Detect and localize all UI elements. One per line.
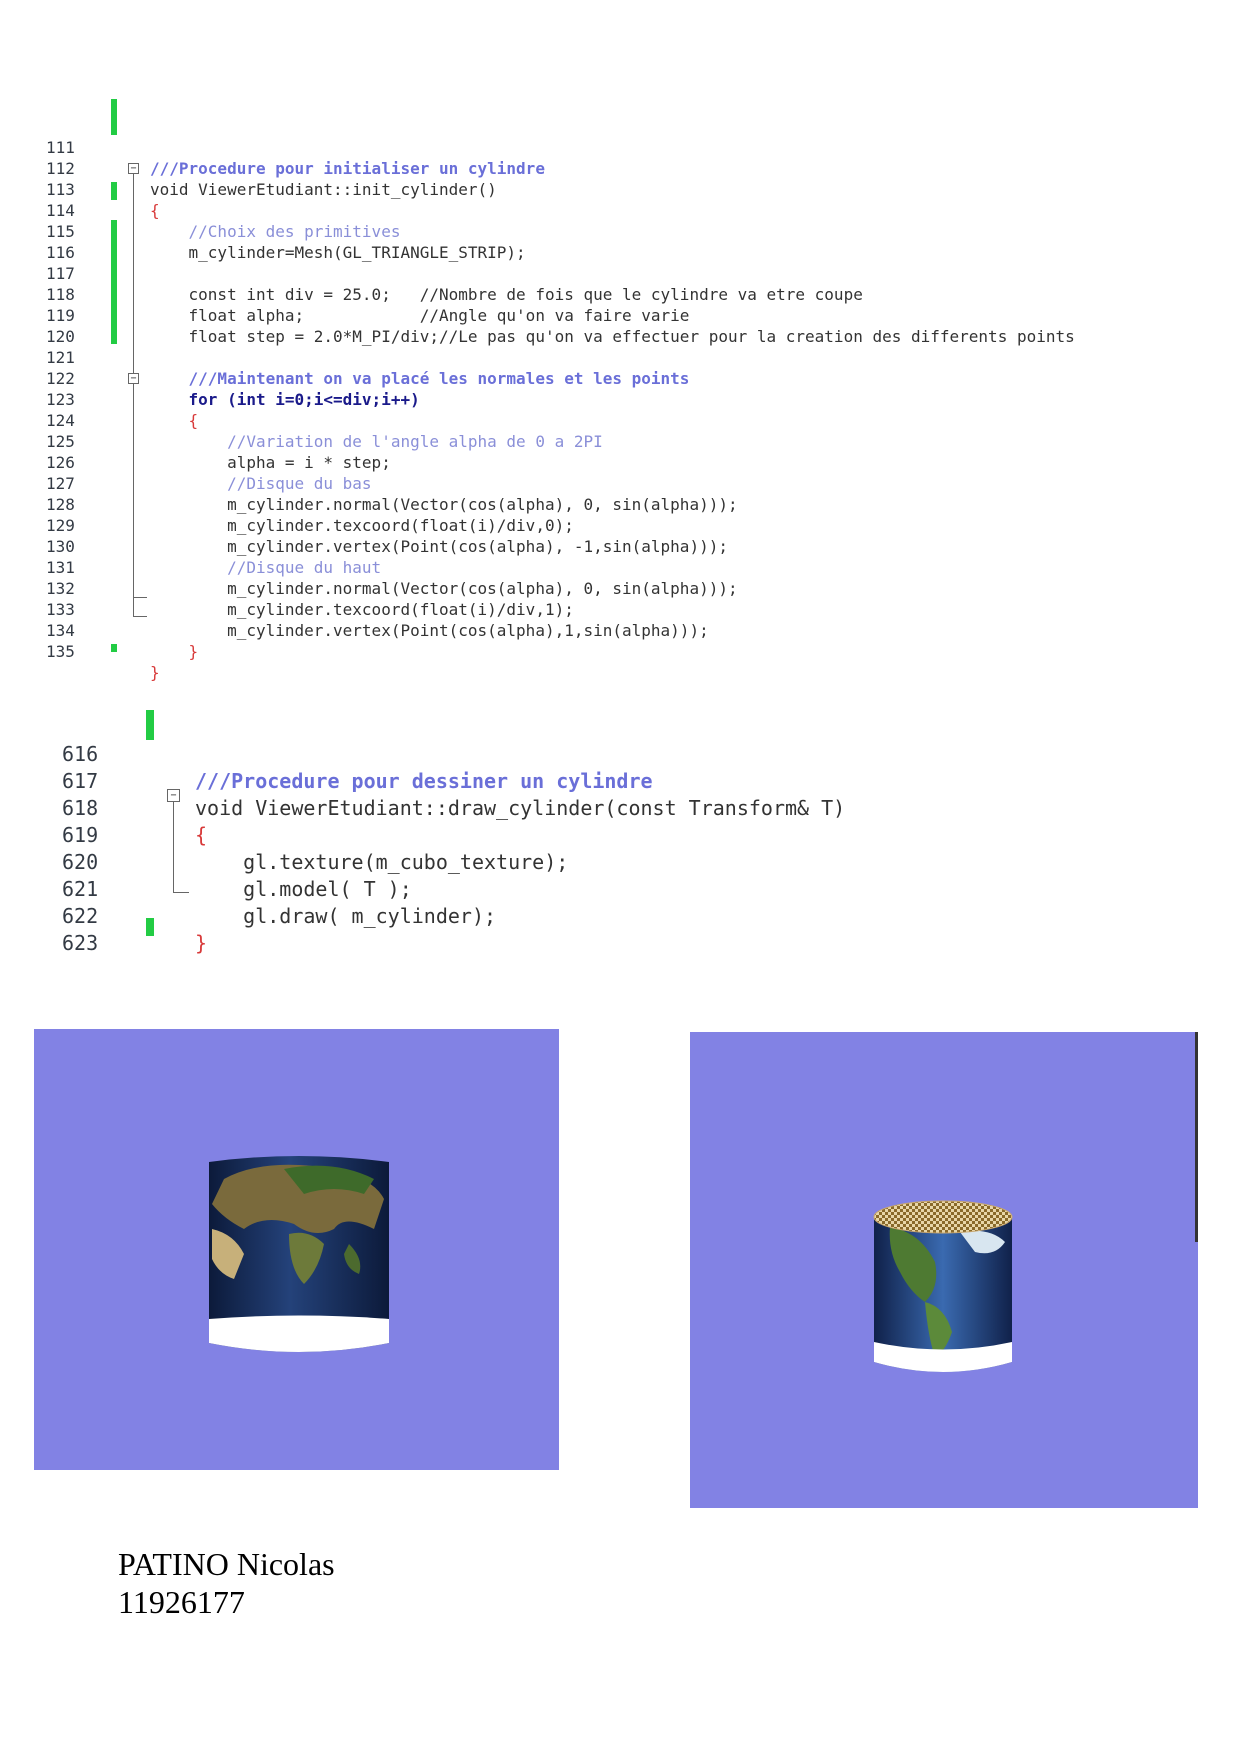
fold-guide bbox=[133, 597, 147, 598]
code-line: 132 m_cylinder.texcoord(float(i)/div,1); bbox=[46, 579, 574, 619]
change-marker bbox=[111, 644, 117, 652]
code-snippet-draw-cylinder: 615 − 616 ///Procedure pour dessiner un … bbox=[0, 700, 1241, 955]
code-line: 114 //Choix des primitives bbox=[46, 201, 401, 241]
partial-line-number: 110 bbox=[0, 90, 39, 100]
change-marker bbox=[111, 220, 117, 344]
code-line: 117 const int div = 25.0; //Nombre de fo… bbox=[46, 264, 863, 304]
render-viewport-left bbox=[34, 1029, 559, 1470]
code-line: 134 } bbox=[46, 621, 199, 661]
code-line: 113 { bbox=[46, 180, 160, 220]
fold-guide bbox=[133, 616, 147, 617]
change-marker bbox=[146, 710, 154, 740]
code-line: 133 m_cylinder.vertex(Point(cos(alpha),1… bbox=[46, 600, 709, 640]
code-line: 131 m_cylinder.normal(Vector(cos(alpha),… bbox=[46, 558, 738, 598]
student-id: 11926177 bbox=[118, 1584, 245, 1620]
code-line: 621 gl.draw( m_cylinder); bbox=[62, 877, 497, 928]
code-line: 126 //Disque du bas bbox=[46, 453, 372, 493]
code-line: 120 bbox=[46, 327, 75, 346]
code-line: 112 void ViewerEtudiant::init_cylinder() bbox=[46, 159, 497, 199]
code-line: 618 { bbox=[62, 796, 208, 847]
code-line: 135 } bbox=[46, 642, 160, 682]
partial-line-number: 136 bbox=[0, 641, 39, 651]
code-line: 111 ///Procedure pour initialiser un cyl… bbox=[46, 138, 545, 178]
render-viewport-right bbox=[690, 1032, 1198, 1508]
code-line: 124 //Variation de l'angle alpha de 0 a … bbox=[46, 411, 603, 451]
fold-toggle-icon[interactable]: − bbox=[128, 373, 139, 384]
code-line: 115 m_cylinder=Mesh(GL_TRIANGLE_STRIP); bbox=[46, 222, 526, 262]
code-line: 130 //Disque du haut bbox=[46, 537, 382, 577]
fold-toggle-icon[interactable]: − bbox=[128, 163, 139, 174]
earth-cylinder-render bbox=[209, 1156, 389, 1352]
code-line: 125 alpha = i * step; bbox=[46, 432, 391, 472]
fold-guide bbox=[173, 892, 189, 893]
change-marker bbox=[146, 918, 154, 936]
code-line: 617 void ViewerEtudiant::draw_cylinder(c… bbox=[62, 769, 846, 820]
code-line: 118 float alpha; //Angle qu'on va faire … bbox=[46, 285, 690, 325]
code-line: 127 m_cylinder.normal(Vector(cos(alpha),… bbox=[46, 474, 738, 514]
code-line: 123 { bbox=[46, 390, 199, 430]
change-marker bbox=[111, 182, 117, 200]
code-line: 619 gl.texture(m_cubo_texture); bbox=[62, 823, 569, 874]
code-line: 122 for (int i=0;i<=div;i++) bbox=[46, 369, 420, 409]
change-marker bbox=[111, 99, 117, 135]
code-line: 620 gl.model( T ); bbox=[62, 850, 412, 901]
code-line: 129 m_cylinder.vertex(Point(cos(alpha), … bbox=[46, 516, 728, 556]
code-line: 116 bbox=[46, 243, 75, 262]
code-line: 616 ///Procedure pour dessiner un cylind… bbox=[62, 742, 653, 793]
code-line: 623 bbox=[62, 931, 99, 955]
code-line: 119 float step = 2.0*M_PI/div;//Le pas q… bbox=[46, 306, 1075, 346]
author-name: PATINO Nicolas bbox=[118, 1546, 335, 1582]
fold-guide bbox=[173, 801, 174, 892]
code-snippet-init-cylinder: 110 − − 111 ///Procedure pour initialise… bbox=[0, 96, 1241, 682]
code-line: 622 } bbox=[62, 904, 208, 955]
earth-cylinder-render-top bbox=[873, 1200, 1013, 1372]
partial-line-number: 615 bbox=[0, 690, 48, 702]
fold-guide bbox=[133, 174, 134, 616]
code-line: 128 m_cylinder.texcoord(float(i)/div,0); bbox=[46, 495, 574, 535]
code-line: 121 ///Maintenant on va placé les normal… bbox=[46, 348, 690, 388]
